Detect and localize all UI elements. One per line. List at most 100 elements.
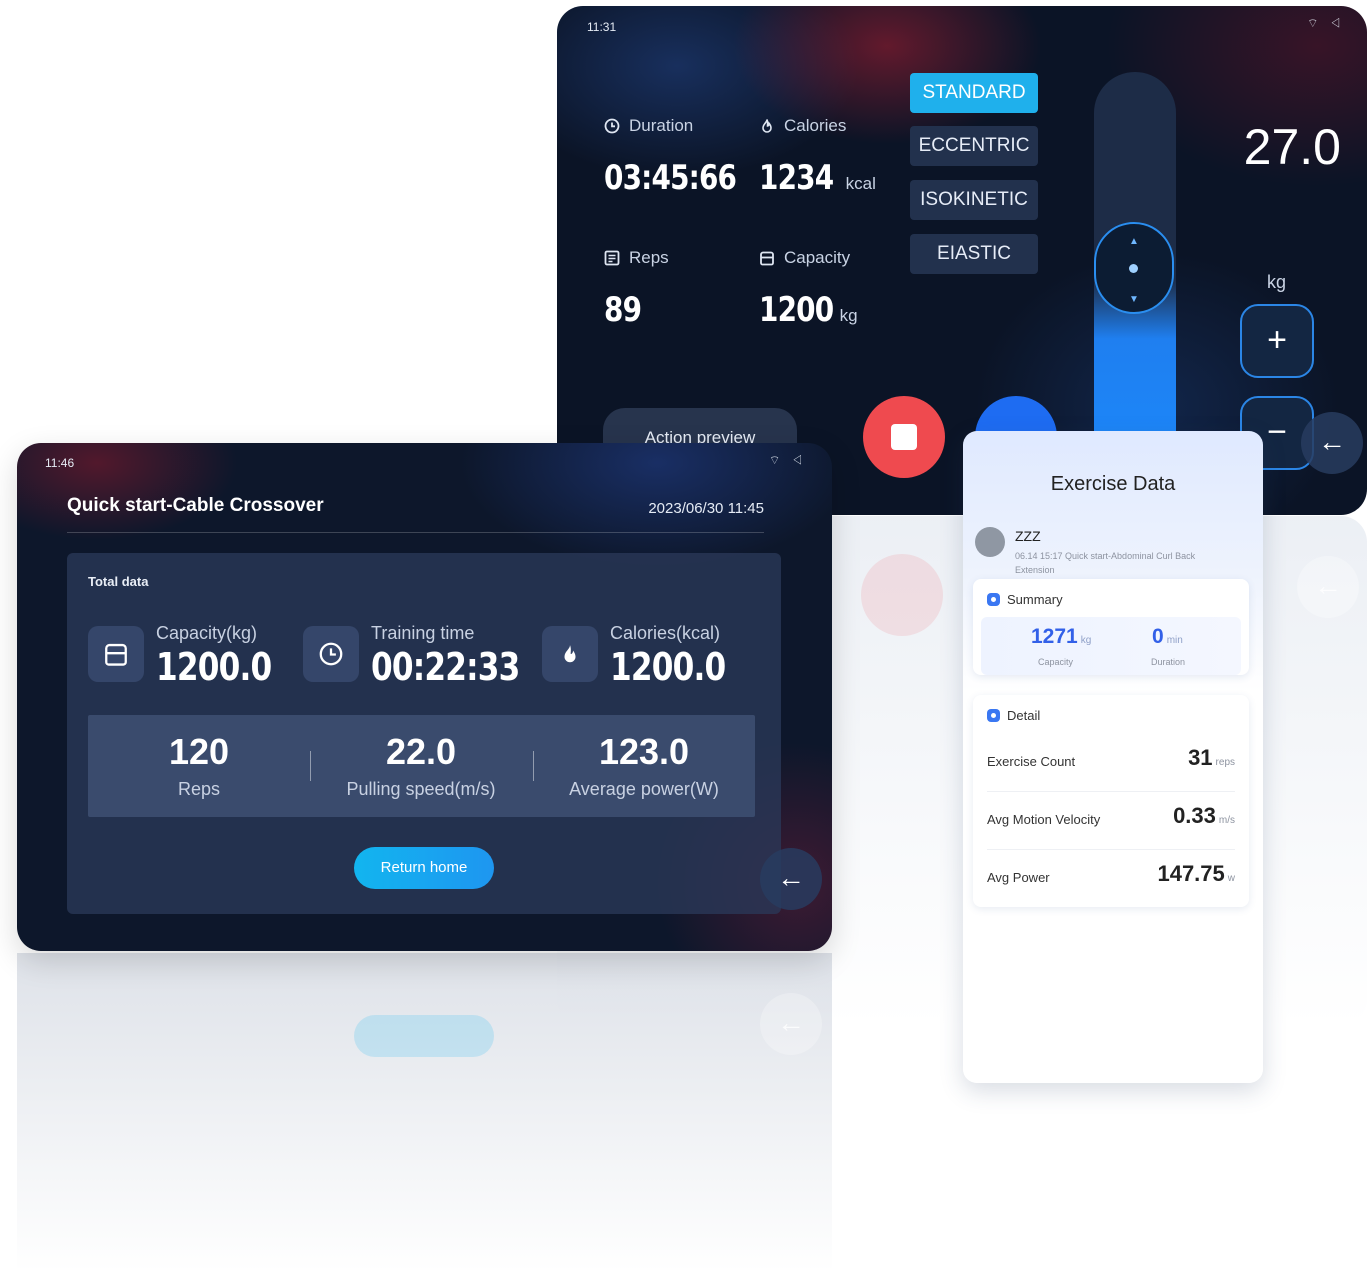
detail-row-value: 147.75 w: [1157, 861, 1235, 887]
wifi-sound-icons: ⌔ ◁: [1307, 16, 1345, 30]
summary-header: Summary: [987, 592, 1063, 607]
metric-label-text: Duration: [629, 116, 694, 135]
metric-label-text: Reps: [629, 248, 669, 267]
detail-unit: m/s: [1218, 815, 1235, 826]
weight-slider-handle[interactable]: ▲ ▼: [1094, 222, 1174, 314]
stop-icon: [891, 424, 917, 450]
back-arrow-icon[interactable]: ←: [760, 848, 822, 910]
summary-duration-label: Duration: [1151, 657, 1186, 667]
metric-unit: kg: [839, 306, 858, 325]
detail-header: Detail: [987, 708, 1040, 723]
metric-capacity-value: 1200 kg: [759, 290, 858, 330]
metric-calories-value: 1234 kcal: [759, 158, 876, 198]
return-home-button[interactable]: Return home: [354, 847, 494, 889]
sub-stat-value: 120: [168, 731, 230, 772]
detail-row-avg-motion-velocity: Avg Motion Velocity 0.33 m/s: [987, 791, 1235, 850]
sub-stat-label: Pulling speed(m/s): [346, 779, 496, 799]
summary-value-text: 0: [1152, 625, 1164, 648]
reflection-back-arrow-icon: ←: [1297, 556, 1359, 618]
weight-icon: [88, 626, 144, 682]
metric-unit: kcal: [845, 174, 876, 193]
reflection-stop-button: [861, 554, 943, 636]
divider: [67, 532, 764, 533]
avatar: [975, 527, 1005, 557]
mode-isokinetic-button[interactable]: ISOKINETIC: [910, 180, 1038, 220]
stop-button[interactable]: [863, 396, 945, 478]
metric-value-text: 89: [604, 290, 642, 330]
summary-values: 1271 kg Capacity 0 min Duration: [981, 617, 1241, 675]
sub-stat-label: Reps: [177, 779, 221, 799]
user-name: ZZZ: [1015, 528, 1041, 544]
weight-value: 27.0: [1243, 119, 1341, 175]
detail-unit: w: [1227, 873, 1235, 884]
sub-stat-pulling-speed: 22.0 Pulling speed(m/s): [310, 731, 532, 800]
back-arrow-icon[interactable]: ←: [1301, 412, 1363, 474]
stat-label: Training time: [371, 623, 475, 643]
chevron-up-icon: ▲: [1129, 236, 1139, 247]
metric-reps-label: Reps: [604, 248, 669, 268]
reflection-return-home: [354, 1015, 494, 1057]
summary-capacity-value: 1271 kg: [1031, 625, 1091, 649]
mode-eccentric-button[interactable]: ECCENTRIC: [910, 126, 1038, 166]
detail-card: Detail Exercise Count 31 reps Avg Motion …: [973, 695, 1249, 907]
stat-value-text: 1200.0: [156, 645, 272, 689]
mode-standard-button[interactable]: STANDARD: [910, 73, 1038, 113]
detail-row-avg-power: Avg Power 147.75 w: [987, 849, 1235, 907]
metric-calories-label: Calories: [759, 116, 846, 136]
stat-label: Capacity(kg): [156, 623, 258, 643]
summary-unit: min: [1166, 635, 1183, 646]
metric-label-text: Calories: [784, 116, 847, 135]
summary-duration-value: 0 min: [1152, 625, 1183, 649]
panel-title: Exercise Data: [1050, 473, 1176, 495]
stat-value-text: 1200.0: [610, 645, 726, 689]
summary-unit: kg: [1080, 635, 1092, 646]
detail-row-value: 31 reps: [1188, 745, 1235, 771]
summary-value-text: 1271: [1031, 625, 1078, 648]
summary-capacity-label: Capacity: [1038, 657, 1074, 667]
stat-value: 1200.0: [610, 645, 751, 690]
mode-elastic-button[interactable]: EIASTIC: [910, 234, 1038, 274]
status-time: 11:46: [45, 456, 75, 470]
reflection-front-tablet: ←: [17, 953, 832, 1268]
metric-value-text: 03:45:66: [604, 158, 737, 198]
metric-value-text: 1200: [759, 290, 834, 330]
total-data-card: Total data Capacity(kg) 1200.0 Training …: [67, 553, 781, 914]
detail-row-label: Exercise Count: [987, 754, 1076, 769]
detail-value-text: 0.33: [1173, 803, 1216, 828]
weight-icon: [759, 250, 775, 266]
clock-icon: [604, 118, 620, 134]
sub-stat-value: 22.0: [385, 731, 457, 772]
metric-capacity-label: Capacity: [759, 248, 850, 268]
detail-icon: [987, 709, 1000, 722]
stat-value: 1200.0: [156, 645, 297, 690]
slider-dot-icon: [1129, 264, 1138, 273]
sub-stats-panel: 120 Reps 22.0 Pulling speed(m/s) 123.0 A…: [88, 715, 755, 817]
sub-stat-average-power: 123.0 Average power(W): [533, 731, 755, 800]
sub-stat-value: 123.0: [598, 731, 690, 772]
metric-value-text: 1234: [759, 158, 834, 198]
increase-weight-button[interactable]: +: [1240, 304, 1314, 378]
chevron-down-icon: ▼: [1129, 294, 1139, 305]
page-title: Quick start-Cable Crossover: [67, 495, 324, 516]
detail-row-exercise-count: Exercise Count 31 reps: [987, 733, 1235, 792]
metric-duration-label: Duration: [604, 116, 693, 136]
metric-reps-value: 89: [604, 290, 649, 330]
session-datetime: 2023/06/30 11:45: [648, 500, 764, 517]
clock-icon: [303, 626, 359, 682]
stat-value: 00:22:33: [371, 645, 552, 690]
flame-icon: [759, 118, 775, 134]
detail-row-value: 0.33 m/s: [1173, 803, 1235, 829]
session-description: 06.14 15:17 Quick start-Abdominal Curl B…: [1015, 551, 1196, 575]
detail-label: Detail: [1007, 708, 1041, 723]
stat-value-text: 00:22:33: [371, 645, 520, 689]
detail-value-text: 31: [1188, 745, 1213, 770]
total-data-label: Total data: [88, 574, 149, 589]
status-time: 11:31: [587, 20, 617, 34]
flame-icon: [542, 626, 598, 682]
weight-unit: kg: [1267, 272, 1287, 292]
sub-stat-reps: 120 Reps: [88, 731, 310, 800]
detail-unit: reps: [1215, 757, 1235, 768]
summary-card: Summary 1271 kg Capacity 0 min Duration: [973, 579, 1249, 675]
result-screen: 11:46 ⌔ ◁ Quick start-Cable Crossover 20…: [17, 443, 832, 951]
metric-duration-value: 03:45:66: [604, 158, 765, 198]
